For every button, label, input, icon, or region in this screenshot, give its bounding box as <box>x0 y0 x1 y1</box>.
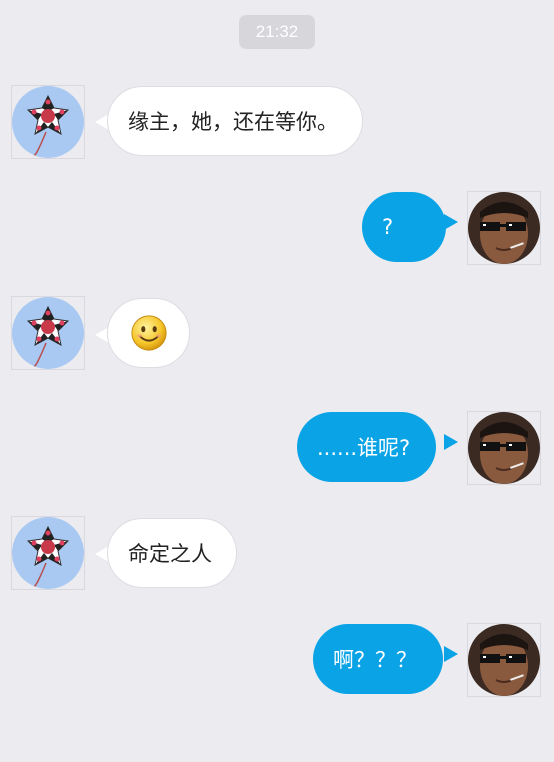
user-avatar[interactable] <box>468 192 540 264</box>
sunglasses-man-icon <box>468 192 540 264</box>
kite-avatar[interactable] <box>12 517 84 589</box>
message-bubble[interactable]: ? <box>362 192 446 262</box>
sunglasses-man-icon <box>468 412 540 484</box>
kite-icon <box>12 517 84 589</box>
bubble-tail <box>444 434 458 450</box>
smile-emoji-icon <box>130 315 167 351</box>
message-text: 命定之人 <box>128 542 212 566</box>
kite-icon <box>12 297 84 369</box>
timestamp-badge: 21:32 <box>239 15 315 49</box>
message-text: ? <box>382 215 394 239</box>
bubble-tail <box>444 646 458 662</box>
message-text: 缘主，她，还在等你。 <box>128 110 338 134</box>
message-bubble[interactable]: 缘主，她，还在等你。 <box>107 86 363 156</box>
message-bubble[interactable]: 命定之人 <box>107 518 237 588</box>
kite-icon <box>12 86 84 158</box>
message-bubble[interactable]: 啊？？？ <box>313 624 443 694</box>
sunglasses-man-icon <box>468 624 540 696</box>
user-avatar[interactable] <box>468 624 540 696</box>
message-text: ......谁呢? <box>317 436 411 460</box>
user-avatar[interactable] <box>468 412 540 484</box>
message-text: 啊？？？ <box>333 648 417 672</box>
message-bubble[interactable]: ......谁呢? <box>297 412 437 482</box>
kite-avatar[interactable] <box>12 86 84 158</box>
bubble-tail <box>444 214 458 230</box>
kite-avatar[interactable] <box>12 297 84 369</box>
message-bubble[interactable] <box>107 298 190 368</box>
